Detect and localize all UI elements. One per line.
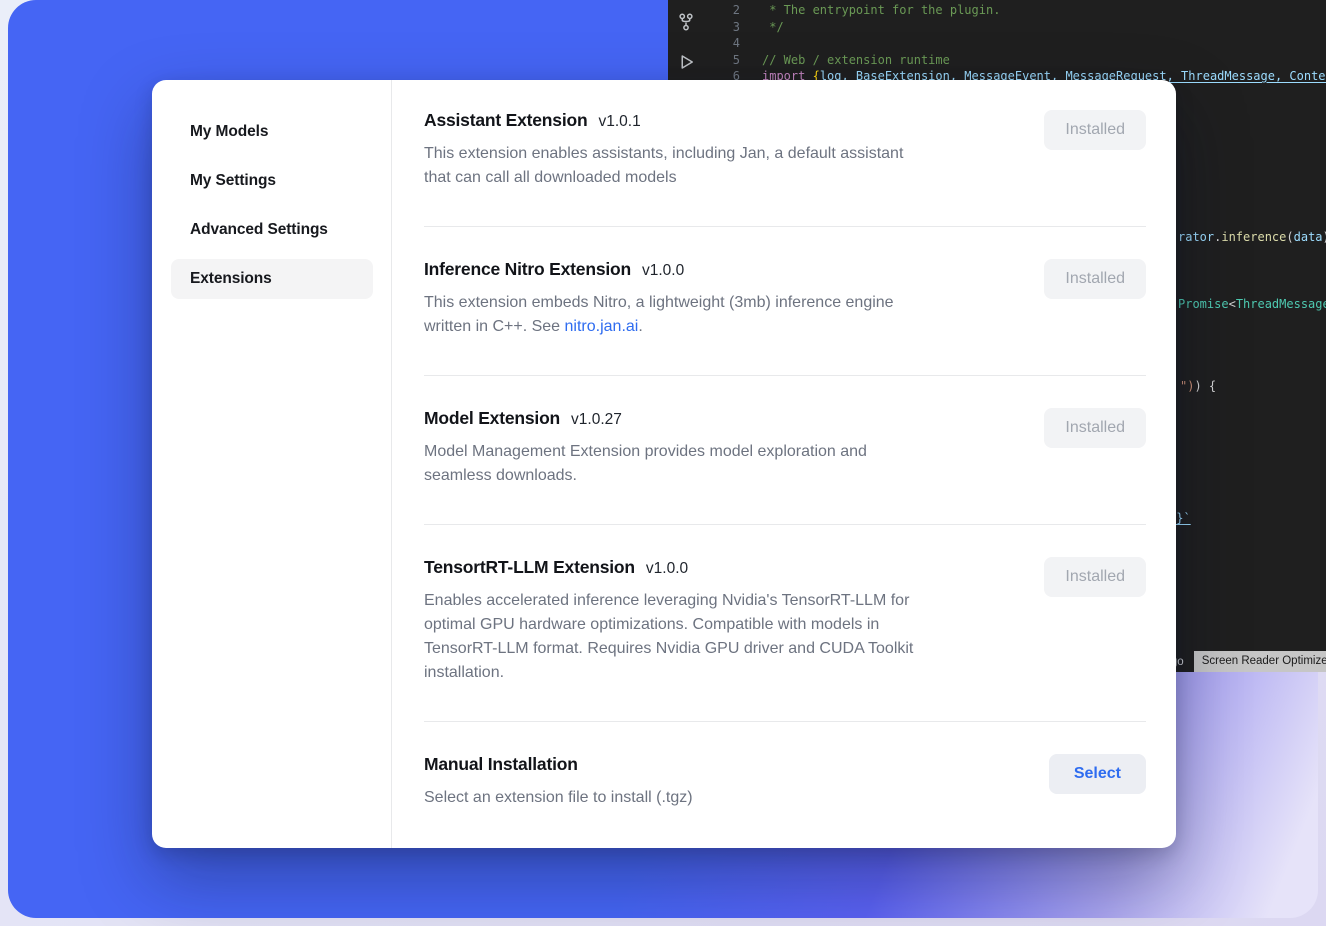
extension-description: This extension enables assistants, inclu… bbox=[424, 142, 1024, 190]
extension-row-model: Model Extension v1.0.27 Model Management… bbox=[424, 376, 1146, 525]
run-debug-icon[interactable] bbox=[676, 52, 696, 72]
extension-name: Model Extension bbox=[424, 408, 560, 429]
extension-description: Model Management Extension provides mode… bbox=[424, 440, 1024, 488]
extension-description: This extension embeds Nitro, a lightweig… bbox=[424, 291, 1024, 339]
settings-sidebar: My Models My Settings Advanced Settings … bbox=[152, 80, 392, 848]
extension-row-nitro: Inference Nitro Extension v1.0.0 This ex… bbox=[424, 227, 1146, 376]
line-number: 2 bbox=[704, 2, 762, 19]
description-text: This extension embeds Nitro, a lightweig… bbox=[424, 294, 894, 335]
extension-header: Assistant Extension v1.0.1 bbox=[424, 110, 1044, 131]
extension-row-assistant: Assistant Extension v1.0.1 This extensio… bbox=[424, 110, 1146, 227]
manual-installation-row: Manual Installation Select an extension … bbox=[424, 722, 1146, 810]
line-number: 4 bbox=[704, 35, 762, 52]
code-fragment: ")) { bbox=[1180, 378, 1216, 395]
line-number: 3 bbox=[704, 19, 762, 36]
extension-header: Inference Nitro Extension v1.0.0 bbox=[424, 259, 1044, 280]
settings-modal: My Models My Settings Advanced Settings … bbox=[152, 80, 1176, 848]
extension-version: v1.0.27 bbox=[571, 411, 622, 429]
extension-version: v1.0.0 bbox=[646, 560, 688, 578]
sidebar-item-advanced-settings[interactable]: Advanced Settings bbox=[171, 210, 373, 250]
code-line: 4 bbox=[704, 35, 1326, 52]
extension-description: Enables accelerated inference leveraging… bbox=[424, 589, 1024, 685]
extension-name: TensortRT-LLM Extension bbox=[424, 557, 635, 578]
extension-header: TensortRT-LLM Extension v1.0.0 bbox=[424, 557, 1044, 578]
extension-name: Inference Nitro Extension bbox=[424, 259, 631, 280]
code-fragment: rator.inference(data)); bbox=[1178, 229, 1326, 246]
sidebar-item-extensions[interactable]: Extensions bbox=[171, 259, 373, 299]
code-comment: // Web / extension runtime bbox=[762, 52, 950, 69]
extension-row-tensorrt: TensortRT-LLM Extension v1.0.0 Enables a… bbox=[424, 525, 1146, 722]
manual-installation-title: Manual Installation bbox=[424, 754, 578, 775]
code-fragment: Promise<ThreadMessage> bbox=[1178, 296, 1326, 313]
code-comment: */ bbox=[762, 19, 784, 36]
extension-info: TensortRT-LLM Extension v1.0.0 Enables a… bbox=[424, 557, 1044, 685]
extension-info: Model Extension v1.0.27 Model Management… bbox=[424, 408, 1044, 488]
extensions-list: Assistant Extension v1.0.1 This extensio… bbox=[392, 80, 1176, 848]
code-comment: * The entrypoint for the plugin. bbox=[762, 2, 1000, 19]
code-line: 5 // Web / extension runtime bbox=[704, 52, 1326, 69]
desktop-background: 2 * The entrypoint for the plugin. 3 */ … bbox=[0, 0, 1326, 926]
extension-info: Assistant Extension v1.0.1 This extensio… bbox=[424, 110, 1044, 190]
extension-header: Model Extension v1.0.27 bbox=[424, 408, 1044, 429]
code-line: 3 */ bbox=[704, 19, 1326, 36]
sidebar-item-my-settings[interactable]: My Settings bbox=[171, 161, 373, 201]
code-line: 2 * The entrypoint for the plugin. bbox=[704, 2, 1326, 19]
extension-header: Manual Installation bbox=[424, 754, 1049, 775]
installed-button[interactable]: Installed bbox=[1044, 259, 1146, 299]
nitro-jan-ai-link[interactable]: nitro.jan.ai bbox=[565, 318, 639, 335]
installed-button[interactable]: Installed bbox=[1044, 557, 1146, 597]
code-area: 2 * The entrypoint for the plugin. 3 */ … bbox=[704, 2, 1326, 85]
extension-info: Inference Nitro Extension v1.0.0 This ex… bbox=[424, 259, 1044, 339]
screen-reader-badge[interactable]: Screen Reader Optimized bbox=[1194, 651, 1326, 672]
sidebar-item-my-models[interactable]: My Models bbox=[171, 112, 373, 152]
extension-version: v1.0.1 bbox=[598, 113, 640, 131]
select-file-button[interactable]: Select bbox=[1049, 754, 1146, 794]
extension-name: Assistant Extension bbox=[424, 110, 587, 131]
description-text: . bbox=[638, 318, 642, 335]
installed-button[interactable]: Installed bbox=[1044, 110, 1146, 150]
extension-info: Manual Installation Select an extension … bbox=[424, 754, 1049, 810]
manual-installation-description: Select an extension file to install (.tg… bbox=[424, 786, 1024, 810]
line-number: 5 bbox=[704, 52, 762, 69]
source-control-icon[interactable] bbox=[676, 12, 696, 32]
extension-version: v1.0.0 bbox=[642, 262, 684, 280]
installed-button[interactable]: Installed bbox=[1044, 408, 1146, 448]
